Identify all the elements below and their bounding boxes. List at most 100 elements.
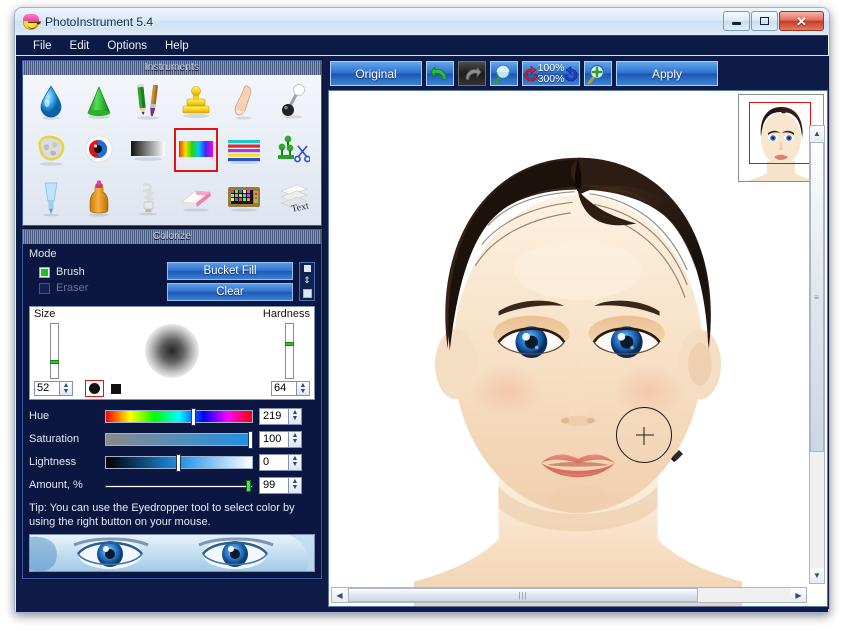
lightness-spinner-buttons[interactable]: ▲ ▼	[289, 453, 302, 471]
minimize-button[interactable]	[723, 11, 750, 31]
hue-slider-knob[interactable]	[191, 407, 196, 426]
mode-eraser-option[interactable]: Eraser	[39, 282, 161, 294]
lighting-tool-button[interactable]	[124, 174, 172, 222]
round-brush-shape-button[interactable]	[85, 380, 104, 397]
large-square-icon[interactable]	[302, 289, 312, 298]
horizontal-scroll-thumb[interactable]: |||	[348, 588, 698, 602]
clear-button[interactable]: Clear	[167, 283, 293, 301]
lightness-slider-knob[interactable]	[176, 453, 181, 472]
square-icon	[110, 383, 121, 394]
saturation-row: Saturation 100 ▲ ▼	[29, 430, 315, 449]
color-sliders: Hue 219 ▲ ▼ Saturation 100 ▲ ▼ Lightness…	[29, 407, 315, 494]
size-spinner[interactable]: 52 ▲ ▼	[34, 381, 73, 396]
image-canvas[interactable]: ▲ ≡ ▼ ◀ ||| ▶	[328, 90, 828, 607]
small-square-icon[interactable]	[303, 265, 311, 272]
size-slider[interactable]	[50, 323, 59, 379]
amount-slider[interactable]	[105, 478, 253, 493]
hue-spinner-buttons[interactable]: ▲ ▼	[289, 407, 302, 425]
scroll-right-button[interactable]: ▶	[791, 588, 806, 602]
mode-row: Brush Eraser Bucket Fill Clear ⇕	[29, 262, 315, 301]
amount-spinner[interactable]: 99 ▲ ▼	[259, 476, 302, 494]
size-slider-thumb[interactable]	[50, 360, 59, 364]
application-window: PhotoInstrument 5.4 ✕ File Edit Options …	[14, 7, 830, 613]
clone-cut-tool-button[interactable]	[269, 126, 317, 174]
lightness-value[interactable]: 0	[259, 453, 289, 471]
blur-tool-button[interactable]	[27, 78, 75, 126]
navigator-selection-rect[interactable]	[749, 102, 811, 164]
blue-nozzle-icon	[43, 182, 60, 217]
maximize-button[interactable]	[751, 11, 778, 31]
eraser-tool-button[interactable]	[172, 174, 220, 222]
apply-button[interactable]: Apply	[616, 61, 718, 86]
saturation-spinner-buttons[interactable]: ▲ ▼	[289, 430, 302, 448]
amount-spinner-buttons[interactable]: ▲ ▼	[289, 476, 302, 494]
hardness-spinner-buttons[interactable]: ▲ ▼	[297, 381, 310, 396]
vertical-scrollbar[interactable]: ▲ ≡ ▼	[809, 125, 825, 584]
airbrush-tool-button[interactable]	[27, 174, 75, 222]
text-layers-tool-button[interactable]: Text	[269, 174, 317, 222]
undo-button[interactable]	[426, 61, 454, 86]
text-layers-icon: Text	[279, 184, 310, 215]
brush-checkbox-icon[interactable]	[39, 266, 50, 278]
desktop-background: PhotoInstrument 5.4 ✕ File Edit Options …	[0, 0, 844, 631]
gradient-tool-button[interactable]	[124, 126, 172, 174]
sharpen-tool-button[interactable]	[75, 78, 123, 126]
bucket-fill-button[interactable]: Bucket Fill	[167, 262, 293, 280]
amount-value[interactable]: 99	[259, 476, 289, 494]
menu-help[interactable]: Help	[156, 38, 198, 54]
square-brush-shape-button[interactable]	[107, 381, 124, 396]
hue-value[interactable]: 219	[259, 407, 289, 425]
zoom-in-button[interactable]	[584, 61, 612, 86]
brush-mode-toggle-group[interactable]: ⇕	[299, 262, 315, 301]
smudge-tool-button[interactable]	[220, 78, 268, 126]
instruments-panel: Instruments Text	[22, 60, 322, 226]
lightness-label: Lightness	[29, 456, 77, 468]
green-cone-icon	[88, 86, 111, 119]
vertical-arrow-icon[interactable]: ⇕	[303, 276, 311, 285]
saturation-spinner[interactable]: 100 ▲ ▼	[259, 430, 302, 448]
vertical-scroll-thumb[interactable]: ≡	[810, 142, 824, 452]
eraser-checkbox-icon[interactable]	[39, 282, 50, 294]
color-balance-tool-button[interactable]	[220, 126, 268, 174]
hue-slider[interactable]	[105, 407, 253, 426]
hue-spinner[interactable]: 219 ▲ ▼	[259, 407, 302, 425]
menu-options[interactable]: Options	[98, 38, 156, 54]
size-value[interactable]: 52	[34, 381, 60, 396]
menu-file[interactable]: File	[24, 38, 61, 54]
zoom-level-indicator[interactable]: 100% 300%	[522, 61, 580, 86]
hardness-slider-thumb[interactable]	[285, 342, 294, 346]
hardness-label: Hardness	[262, 308, 310, 320]
lightness-row: Lightness 0 ▲ ▼	[29, 453, 315, 472]
original-button[interactable]: Original	[330, 61, 422, 86]
liquid-tool-button[interactable]	[75, 174, 123, 222]
pencil-brush-tool-button[interactable]	[124, 78, 172, 126]
hardness-value[interactable]: 64	[271, 381, 297, 396]
scroll-down-button[interactable]: ▼	[810, 568, 824, 583]
mode-brush-option[interactable]: Brush	[39, 266, 161, 278]
saturation-value[interactable]: 100	[259, 430, 289, 448]
lightness-slider[interactable]	[105, 453, 253, 472]
colorize-tool-button[interactable]	[172, 126, 220, 174]
amount-slider-knob[interactable]	[246, 479, 251, 492]
clone-stamp-tool-button[interactable]	[172, 78, 220, 126]
saturation-slider[interactable]	[105, 430, 253, 449]
scroll-up-button[interactable]: ▲	[810, 126, 824, 141]
red-eye-tool-button[interactable]	[75, 126, 123, 174]
menu-edit[interactable]: Edit	[61, 38, 99, 54]
lightness-spinner[interactable]: 0 ▲ ▼	[259, 453, 302, 471]
close-button[interactable]: ✕	[779, 11, 824, 31]
saturation-slider-knob[interactable]	[248, 430, 253, 449]
hardness-spinner[interactable]: 64 ▲ ▼	[271, 381, 310, 396]
circle-icon	[89, 383, 100, 394]
size-spinner-buttons[interactable]: ▲ ▼	[60, 381, 73, 396]
zoom-in-icon	[587, 64, 605, 84]
horizontal-scrollbar[interactable]: ◀ ||| ▶	[331, 587, 807, 603]
red-eye-icon	[86, 135, 113, 163]
texture-tool-button[interactable]	[27, 126, 75, 174]
scroll-left-button[interactable]: ◀	[332, 588, 347, 602]
zoom-out-button[interactable]	[490, 61, 518, 86]
redo-button[interactable]	[458, 61, 486, 86]
noise-tool-button[interactable]	[220, 174, 268, 222]
push-tool-button[interactable]	[269, 78, 317, 126]
hardness-slider[interactable]	[285, 323, 294, 379]
